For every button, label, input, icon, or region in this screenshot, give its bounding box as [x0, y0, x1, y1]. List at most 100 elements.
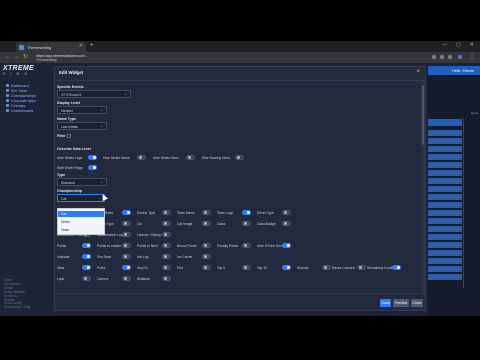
extension-icon[interactable] [440, 55, 444, 59]
option-toggle[interactable] [82, 265, 91, 270]
new-tab-icon[interactable]: + [90, 43, 94, 49]
option-toggle[interactable] [392, 265, 401, 270]
table-row[interactable] [428, 119, 462, 126]
option-toggle[interactable] [122, 210, 131, 215]
option-toggle[interactable] [162, 265, 171, 270]
championship-select[interactable]: Cat ⌄ [57, 194, 105, 202]
dropdown-option[interactable]: Driver [58, 219, 104, 225]
table-row[interactable] [428, 242, 462, 248]
letterbox-top [0, 0, 480, 41]
minimize-icon[interactable]: — [442, 42, 447, 48]
option-toggle[interactable] [162, 210, 171, 215]
option-toggle[interactable] [282, 243, 291, 248]
option-toggle[interactable] [122, 221, 131, 226]
table-row[interactable] [428, 194, 462, 200]
user-menu[interactable]: Hello, Xtreme [428, 66, 480, 75]
option-toggle[interactable] [122, 232, 131, 237]
filter-checkbox[interactable] [67, 134, 71, 138]
hide-series-name-toggle[interactable] [137, 155, 146, 160]
option-toggle[interactable] [162, 276, 171, 281]
dropdown-option[interactable]: Team [58, 227, 104, 233]
sidebar-item[interactable]: Corporate Apps [6, 98, 36, 103]
table-header: Rank [430, 111, 478, 116]
hide-series-logo-toggle[interactable] [88, 155, 97, 160]
save-button[interactable]: Save [380, 299, 391, 307]
option-toggle[interactable] [82, 254, 91, 259]
option-toggle[interactable] [202, 210, 211, 215]
browser-tab[interactable]: Themesetting ✕ [16, 42, 86, 52]
table-row[interactable] [428, 138, 462, 144]
option-toggle[interactable] [202, 243, 211, 248]
option-toggle[interactable] [242, 265, 251, 270]
profile-icon[interactable] [458, 55, 462, 59]
table-row[interactable] [428, 130, 462, 136]
preview-button[interactable]: Preview [393, 299, 409, 307]
name-type-select[interactable]: Last Initials ⌄ [57, 122, 107, 130]
footer-link[interactable]: Sim Racing Config [4, 305, 30, 310]
option-toggle[interactable] [322, 265, 331, 270]
table-row[interactable] [428, 266, 462, 272]
option-toggle[interactable] [202, 254, 211, 259]
table-row[interactable] [428, 162, 462, 168]
forward-icon[interactable]: → [14, 54, 20, 60]
close-button[interactable]: Close [411, 299, 423, 307]
type-select[interactable]: Standard ⌄ [57, 178, 107, 186]
option-toggle[interactable] [202, 221, 211, 226]
table-row[interactable] [428, 178, 462, 184]
option-toggle[interactable] [162, 221, 171, 226]
maximize-icon[interactable]: ▢ [456, 42, 461, 48]
table-row[interactable] [428, 226, 462, 232]
option-toggle[interactable] [242, 221, 251, 226]
option-toggle[interactable] [122, 254, 131, 259]
hide-driver-flags-toggle[interactable] [88, 165, 97, 170]
window-close-icon[interactable]: ✕ [470, 42, 474, 48]
sidebar-item[interactable]: Championships [6, 93, 36, 98]
sidebar-nav: Dashboard Sim Trees Championships Corpor… [6, 83, 36, 113]
table-row[interactable] [428, 202, 462, 208]
option-toggle[interactable] [162, 232, 171, 237]
modal-scrollbar[interactable] [421, 81, 425, 293]
close-icon[interactable]: × [416, 69, 420, 75]
table-row[interactable] [428, 210, 462, 216]
extension-icon[interactable] [448, 55, 452, 59]
scrollbar-thumb[interactable] [422, 85, 424, 145]
dropdown-option[interactable]: Cat [58, 211, 104, 217]
option-toggle[interactable] [122, 276, 131, 281]
table-row[interactable] [428, 250, 462, 256]
url-field[interactable]: https://app.xtremesimulator.com/... Them… [36, 53, 416, 62]
option-toggle[interactable] [122, 243, 131, 248]
extension-icon[interactable] [432, 55, 436, 59]
option-toggle[interactable] [122, 265, 131, 270]
sidebar-item[interactable]: Leaderboards [6, 108, 36, 113]
table-row[interactable] [428, 274, 462, 280]
back-icon[interactable]: ← [5, 54, 11, 60]
table-row[interactable] [428, 170, 462, 176]
toggle-label: Hide Series Logo [57, 156, 83, 160]
option-toggle[interactable] [242, 210, 251, 215]
nav-icon [6, 99, 9, 102]
table-row[interactable] [428, 258, 462, 264]
toggle-label: Points to Leader [97, 244, 122, 248]
menu-icon[interactable]: ⋮ [469, 54, 475, 60]
display-level-select[interactable]: Medium ⌄ [57, 106, 107, 114]
option-toggle[interactable] [282, 265, 291, 270]
tab-close-icon[interactable]: ✕ [79, 44, 83, 49]
table-row[interactable] [428, 218, 462, 224]
option-toggle[interactable] [242, 243, 251, 248]
hide-scoring-links-toggle[interactable] [235, 155, 244, 160]
option-toggle[interactable] [282, 221, 291, 226]
hide-series-desc-toggle[interactable] [186, 155, 195, 160]
option-toggle[interactable] [162, 243, 171, 248]
option-toggle[interactable] [202, 265, 211, 270]
table-row[interactable] [428, 234, 462, 240]
specific-events-select[interactable]: GT3 Round 6 ⌄ [57, 90, 131, 98]
table-row[interactable] [428, 146, 462, 152]
option-toggle[interactable] [82, 243, 91, 248]
option-toggle[interactable] [282, 210, 291, 215]
option-toggle[interactable] [162, 254, 171, 259]
option-toggle[interactable] [357, 265, 366, 270]
option-toggle[interactable] [82, 276, 91, 281]
table-row[interactable] [428, 186, 462, 192]
table-row[interactable] [428, 154, 462, 160]
reload-icon[interactable]: ↻ [23, 54, 28, 60]
